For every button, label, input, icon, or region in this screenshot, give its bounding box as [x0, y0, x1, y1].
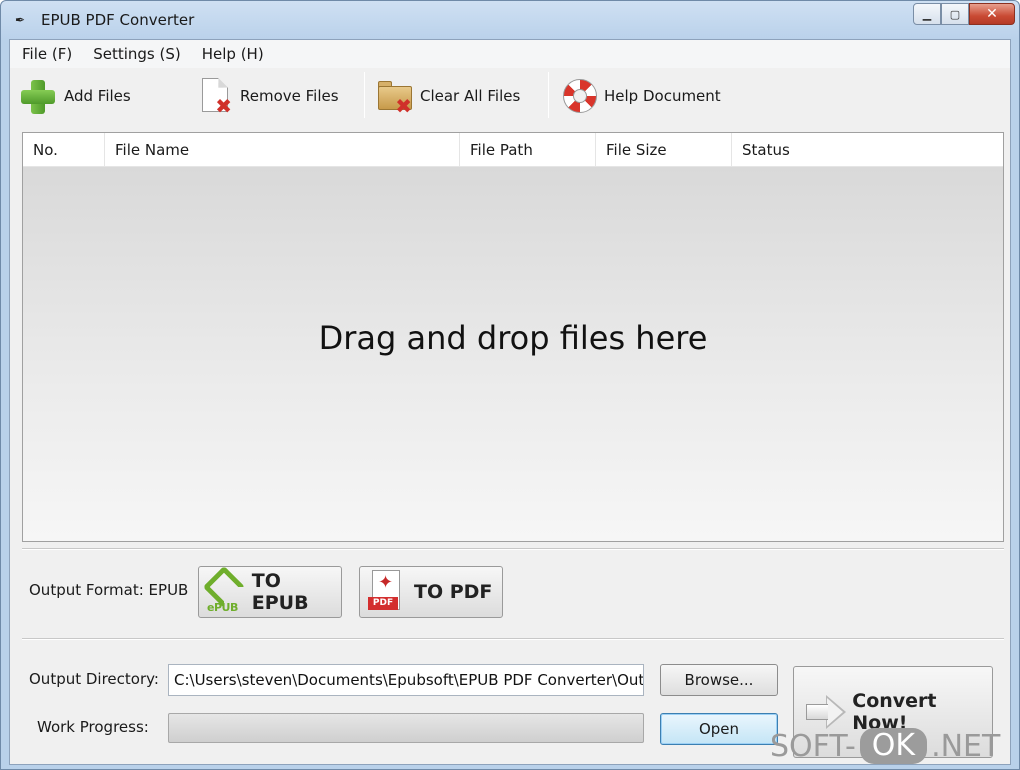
clear-all-files-label: Clear All Files	[420, 87, 521, 105]
close-button[interactable]: ✕	[969, 3, 1015, 25]
column-header-file-size[interactable]: File Size	[596, 133, 732, 166]
green-plus-icon	[20, 76, 58, 116]
remove-document-icon: ✖	[196, 76, 234, 116]
clear-folder-icon: ✖	[376, 76, 414, 116]
column-header-status[interactable]: Status	[732, 133, 1003, 166]
menu-help[interactable]: Help (H)	[193, 42, 273, 66]
epub-icon: ePUB	[202, 565, 246, 614]
to-epub-button[interactable]: ePUB TO EPUB	[198, 565, 342, 618]
title-bar[interactable]: ✒ EPUB PDF Converter ▁ ▢ ✕	[1, 1, 1019, 39]
menu-bar: File (F) Settings (S) Help (H)	[10, 40, 1010, 68]
work-progress-bar	[168, 713, 644, 743]
remove-files-label: Remove Files	[240, 87, 339, 105]
menu-file[interactable]: File (F)	[13, 42, 81, 66]
column-header-no[interactable]: No.	[23, 133, 105, 166]
toolbar-separator	[548, 72, 549, 118]
menu-settings[interactable]: Settings (S)	[84, 42, 190, 66]
watermark-left: SOFT-	[770, 728, 856, 764]
help-document-label: Help Document	[604, 87, 721, 105]
watermark-ok: OK	[859, 728, 928, 764]
close-icon: ✕	[986, 6, 998, 22]
client-area: File (F) Settings (S) Help (H) Add Files…	[9, 39, 1011, 765]
add-files-button[interactable]: Add Files	[20, 74, 131, 118]
maximize-button[interactable]: ▢	[941, 3, 969, 25]
window-title: EPUB PDF Converter	[41, 11, 195, 29]
minimize-button[interactable]: ▁	[913, 3, 941, 25]
watermark: SOFT- OK .NET	[770, 726, 1014, 766]
window-controls: ▁ ▢ ✕	[913, 3, 1015, 25]
clear-all-files-button[interactable]: ✖ Clear All Files	[376, 74, 520, 118]
drop-zone[interactable]: Drag and drop files here	[23, 167, 1003, 541]
app-window: ✒ EPUB PDF Converter ▁ ▢ ✕ File (F) Sett…	[0, 0, 1020, 770]
browse-button[interactable]: Browse...	[660, 664, 778, 696]
work-progress-label: Work Progress:	[37, 718, 149, 736]
column-header-file-name[interactable]: File Name	[105, 133, 460, 166]
toolbar-separator	[364, 72, 365, 118]
pen-icon: ✒	[15, 13, 26, 27]
lifebuoy-icon	[560, 76, 598, 116]
file-list[interactable]: No. File Name File Path File Size Status…	[22, 132, 1004, 542]
to-pdf-button[interactable]: ✦ PDF TO PDF	[359, 566, 503, 618]
drop-hint: Drag and drop files here	[318, 319, 708, 357]
arrow-right-icon	[806, 695, 846, 729]
minimize-icon: ▁	[922, 7, 932, 21]
output-format-label: Output Format: EPUB	[29, 581, 189, 599]
open-button[interactable]: Open	[660, 713, 778, 745]
to-epub-label: TO EPUB	[251, 570, 309, 614]
file-list-header: No. File Name File Path File Size Status	[23, 133, 1003, 167]
add-files-label: Add Files	[64, 87, 131, 105]
maximize-icon: ▢	[949, 7, 961, 21]
output-directory-field[interactable]: C:\Users\steven\Documents\Epubsoft\EPUB …	[168, 664, 644, 696]
column-header-file-path[interactable]: File Path	[460, 133, 596, 166]
pdf-icon: ✦ PDF	[368, 570, 404, 614]
output-directory-label: Output Directory:	[29, 670, 159, 688]
watermark-right: .NET	[931, 728, 1001, 764]
toolbar: Add Files ✖ Remove Files ✖ Clear All Fil…	[10, 68, 1010, 124]
section-divider	[22, 638, 1004, 640]
remove-files-button[interactable]: ✖ Remove Files	[196, 74, 339, 118]
section-divider	[22, 548, 1004, 550]
help-document-button[interactable]: Help Document	[560, 74, 721, 118]
to-pdf-label: TO PDF	[414, 581, 493, 603]
